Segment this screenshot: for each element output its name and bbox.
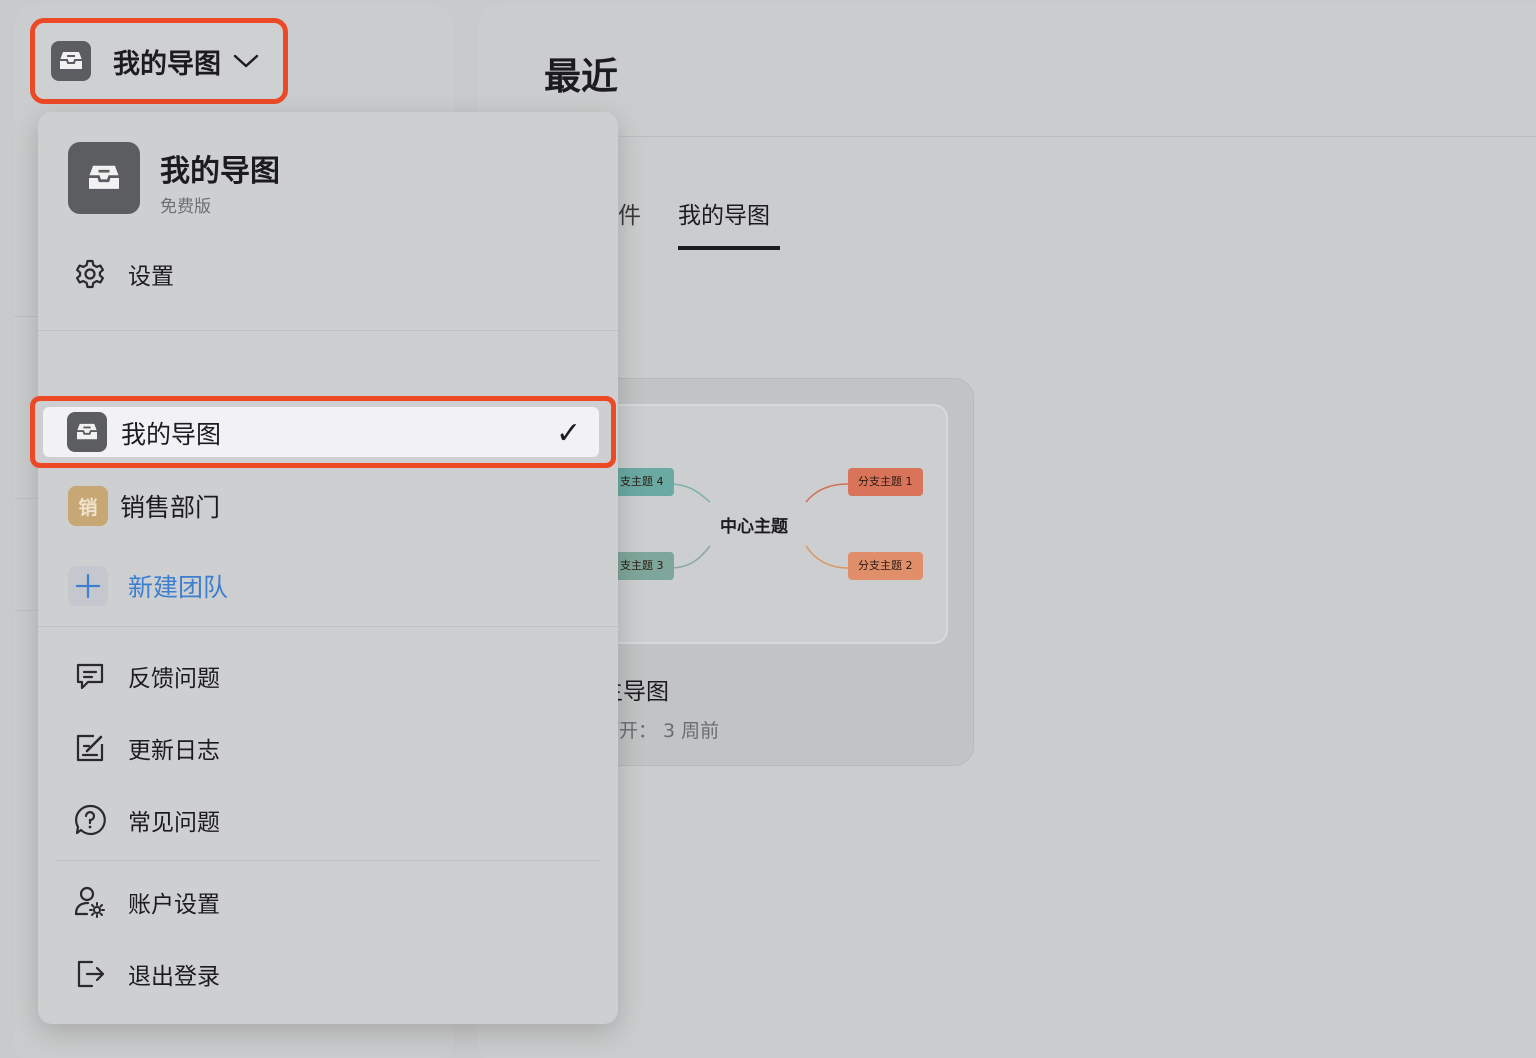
menu-divider: [38, 330, 618, 331]
active-tab-indicator: [678, 246, 780, 250]
menu-item-label: 账户设置: [128, 892, 220, 918]
header-divider: [478, 136, 1536, 137]
changelog-icon: [72, 730, 108, 766]
plus-icon: [68, 566, 108, 606]
chevron-down-icon: [233, 54, 259, 68]
account-settings-icon: [72, 884, 108, 920]
feedback-menu-item[interactable]: 反馈问题: [38, 646, 618, 706]
logout-icon: [72, 956, 108, 992]
workspace-item-sales[interactable]: 销 销售部门: [38, 476, 618, 536]
page-title: 最近: [544, 55, 618, 98]
menu-item-label: 常见问题: [128, 810, 220, 836]
plan-label: 免费版: [160, 197, 211, 217]
mindmap-node: 分支主题 1: [848, 468, 923, 496]
gear-icon: [72, 256, 108, 292]
menu-item-label: 反馈问题: [128, 666, 220, 692]
mindmap-center-topic: 中心主题: [720, 517, 788, 537]
inbox-tray-icon: [67, 412, 107, 452]
tab-my-mindmaps[interactable]: 我的导图: [678, 196, 770, 230]
workspace-label: 销售部门: [120, 493, 221, 522]
faq-menu-item[interactable]: 常见问题: [38, 790, 618, 850]
menu-item-label: 退出登录: [128, 964, 220, 990]
checkmark-icon: ✓: [556, 416, 582, 451]
menu-divider: [56, 860, 600, 861]
changelog-menu-item[interactable]: 更新日志: [38, 718, 618, 778]
workspace-dropdown-menu: 我的导图 免费版 设置 销 销售部门 新建团队 反馈问题 更新日志 常见问题 账…: [38, 112, 618, 1024]
account-settings-menu-item[interactable]: 账户设置: [38, 872, 618, 932]
team-avatar: 销: [68, 486, 108, 526]
menu-divider: [38, 626, 618, 627]
mindmap-node: 分支主题 2: [848, 552, 923, 580]
workspace-name: 我的导图: [113, 48, 221, 80]
inbox-tray-icon: [68, 142, 140, 214]
faq-icon: [72, 802, 108, 838]
new-team-button[interactable]: 新建团队: [38, 556, 618, 616]
tab-files[interactable]: 件: [618, 196, 641, 230]
new-team-label: 新建团队: [128, 573, 229, 602]
app-window: 我的导图 最近 件 我的导图 中心主题 分支主题 1 分支主题 2 支主题 3 …: [0, 0, 1536, 1058]
menu-item-label: 更新日志: [128, 738, 220, 764]
settings-menu-item[interactable]: 设置: [38, 244, 618, 304]
feedback-icon: [72, 658, 108, 694]
settings-label: 设置: [128, 264, 174, 290]
logout-menu-item[interactable]: 退出登录: [38, 944, 618, 1004]
workspace-item-my-mindmaps[interactable]: 我的导图: [30, 396, 616, 468]
workspace-title: 我的导图: [160, 154, 280, 189]
workspace-switcher-button[interactable]: 我的导图: [30, 18, 288, 104]
inbox-tray-icon: [51, 41, 91, 81]
workspace-label: 我的导图: [121, 420, 222, 449]
team-avatar-glyph: 销: [78, 496, 98, 519]
